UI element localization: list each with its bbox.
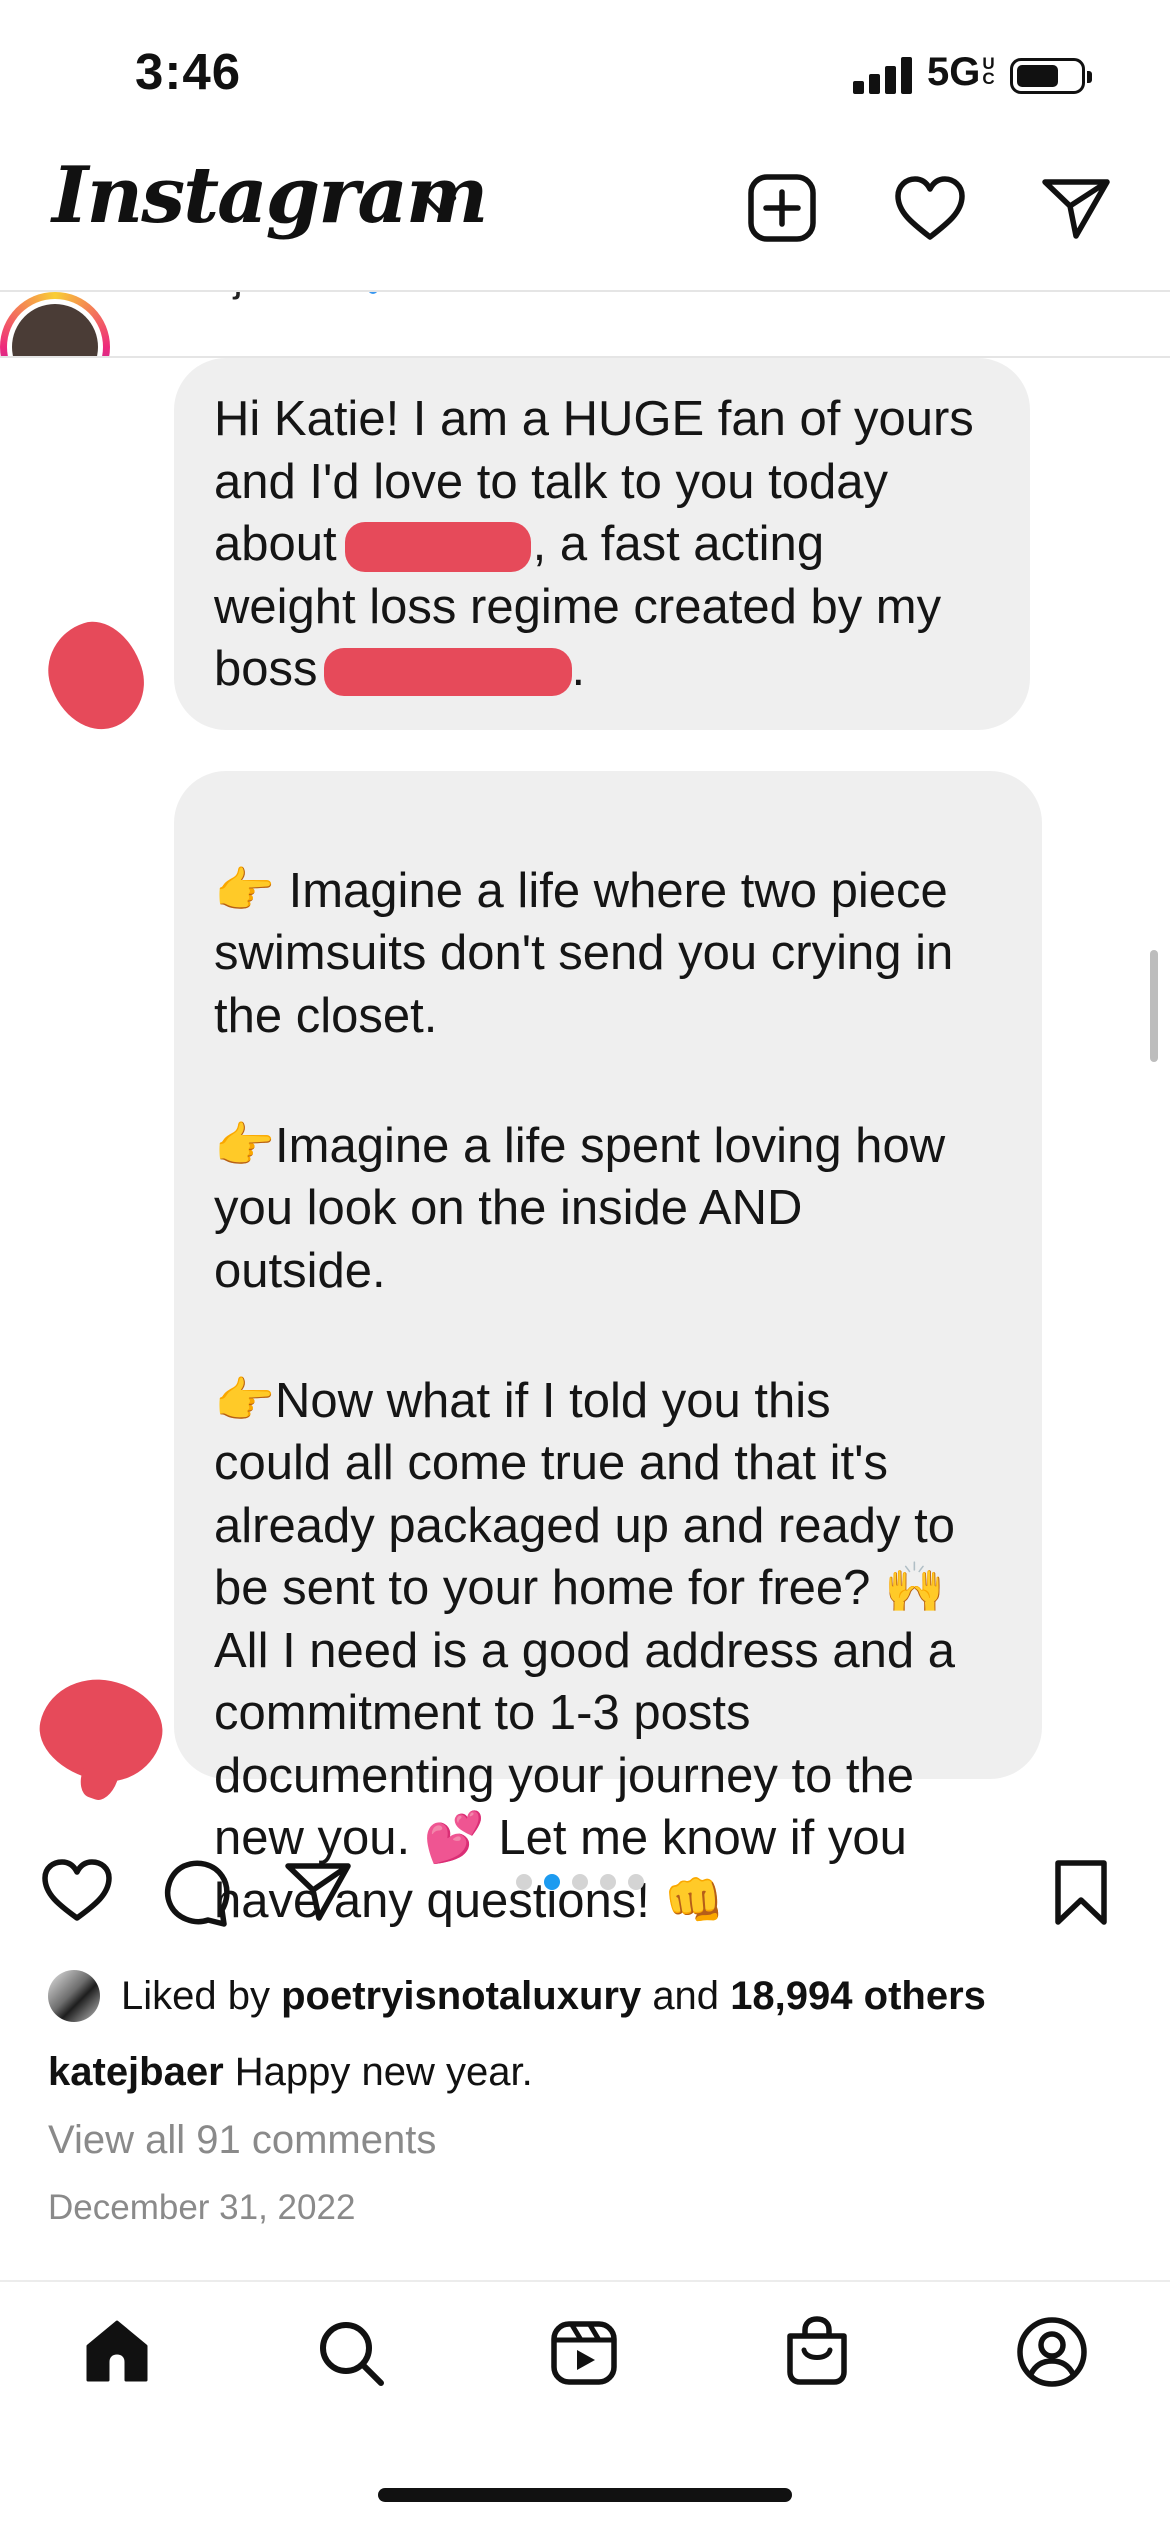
message-line: weight loss regime created by my xyxy=(214,579,942,634)
message-line: boss. xyxy=(214,642,586,697)
message-bubble: 👉 Imagine a life where two piece swimsui… xyxy=(174,771,1042,1928)
carousel-dot xyxy=(628,1874,644,1890)
redaction xyxy=(344,522,531,573)
liked-by-avatar[interactable] xyxy=(48,1970,100,2022)
chevron-down-icon[interactable] xyxy=(420,190,460,220)
scrollbar[interactable] xyxy=(1150,950,1158,1062)
message-paragraph: 👉Imagine a life spent loving how you loo… xyxy=(214,1118,946,1298)
carousel-indicator xyxy=(516,1874,644,1890)
verified-badge xyxy=(368,292,378,294)
like-heart-icon[interactable] xyxy=(40,1858,114,1924)
shop-icon[interactable] xyxy=(784,2314,850,2388)
avatar[interactable] xyxy=(0,292,110,358)
share-icon[interactable] xyxy=(284,1860,352,1924)
message-line: about, a fast acting xyxy=(214,517,825,573)
direct-message-icon[interactable] xyxy=(1040,176,1112,242)
liked-by-user: poetryisnotaluxury xyxy=(281,1974,642,2018)
message-line: and I'd love to talk to you today xyxy=(214,454,889,509)
carousel-dot-active xyxy=(544,1874,560,1890)
caption-text: Happy new year. xyxy=(234,2050,533,2094)
carousel-dot xyxy=(516,1874,532,1890)
bookmark-icon[interactable] xyxy=(1052,1858,1110,1928)
likes-count: 18,994 others xyxy=(730,1974,986,2018)
post-caption: katejbaer Happy new year. xyxy=(48,2050,533,2095)
home-icon[interactable] xyxy=(82,2316,152,2386)
story-username[interactable]: katejbaer xyxy=(158,292,323,301)
message-line: Hi Katie! I am a HUGE fan of yours xyxy=(214,392,974,446)
network-subtype: UC xyxy=(982,54,995,88)
story-row[interactable]: katejbaer xyxy=(0,292,1170,358)
signal-strength-icon xyxy=(853,56,913,94)
message-paragraph: 👉Now what if I told you this could all c… xyxy=(214,1373,955,1928)
profile-icon[interactable] xyxy=(1016,2316,1088,2388)
post-date: December 31, 2022 xyxy=(48,2188,356,2227)
search-icon[interactable] xyxy=(316,2318,386,2388)
liked-by-text[interactable]: Liked by poetryisnotaluxury and 18,994 o… xyxy=(121,1974,986,2019)
new-post-icon[interactable] xyxy=(746,172,818,244)
caption-username[interactable]: katejbaer xyxy=(48,2050,224,2094)
network-type: 5G UC xyxy=(927,50,998,95)
home-indicator[interactable] xyxy=(378,2488,792,2502)
carousel-dot xyxy=(600,1874,616,1890)
comment-icon[interactable] xyxy=(162,1858,232,1928)
status-time: 3:46 xyxy=(135,43,242,100)
message-paragraph: 👉 Imagine a life where two piece swimsui… xyxy=(214,863,954,1043)
view-comments-link[interactable]: View all 91 comments xyxy=(48,2118,436,2163)
carousel-dot xyxy=(572,1874,588,1890)
battery-icon xyxy=(1010,58,1092,94)
sender-avatar-redacted xyxy=(35,610,157,742)
activity-heart-icon[interactable] xyxy=(892,175,968,243)
redaction xyxy=(323,648,572,697)
message-bubble: Hi Katie! I am a HUGE fan of yours and I… xyxy=(174,358,1030,730)
reels-icon[interactable] xyxy=(550,2320,618,2386)
tabbar-divider xyxy=(0,2280,1170,2282)
